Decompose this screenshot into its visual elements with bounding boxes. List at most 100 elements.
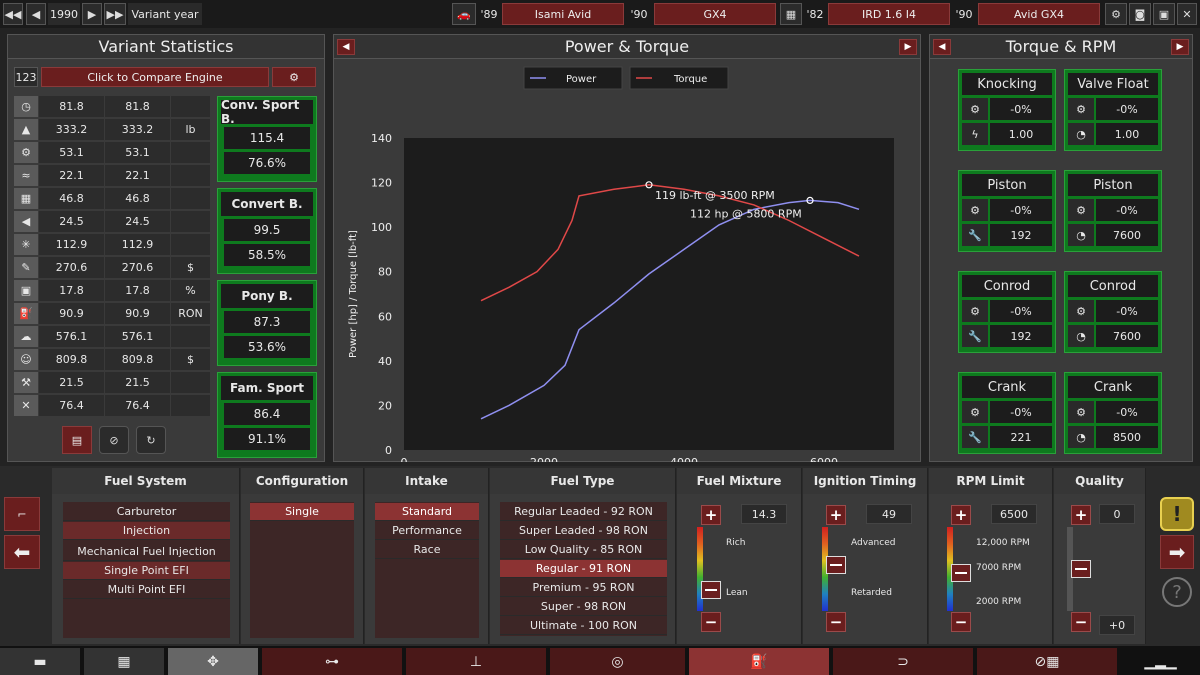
weight-icon: ▲ [14,119,38,140]
legend-label: Torque [673,74,707,85]
tab-aspiration[interactable]: ⊥ [406,648,546,675]
increase-button[interactable]: + [1071,505,1091,525]
rpm-limit-value[interactable]: 6500 [991,504,1037,524]
first-year-button[interactable]: ◀◀ [3,3,23,25]
decrease-button[interactable]: − [701,612,721,632]
increase-button[interactable]: + [826,505,846,525]
stat-unit: $ [170,349,210,370]
variant-name[interactable]: Avid GX4 [978,3,1100,25]
next-button[interactable]: ➡ [1160,535,1194,569]
stat-row: ⛽ 90.9 90.9 RON [14,303,210,324]
limit-row: 🔧 221 [962,426,1052,448]
fuel-system-carburetor[interactable]: Carburetor [63,503,230,521]
limit-value: 192 [990,325,1052,347]
slider-thumb[interactable] [826,555,846,574]
refresh-icon: ↻ [146,433,156,447]
report-button[interactable]: ▤ [62,426,92,454]
increase-button[interactable]: + [701,505,721,525]
slider-bottom-label: Retarded [851,588,892,598]
close-button[interactable]: ✕ [1177,3,1197,25]
intake-standard[interactable]: Standard [375,503,479,521]
prev-panel-button[interactable]: ◀ [933,39,951,55]
next-year-button[interactable]: ▶ [82,3,102,25]
intake-performance[interactable]: Performance [375,522,479,540]
tab-engine-family[interactable]: ▦ [84,648,164,675]
y-axis-label: Power [hp] / Torque [lb-ft] [348,230,359,358]
fuel-type-item[interactable]: Premium - 95 RON [500,579,667,597]
tab-exhaust[interactable]: ⊃ [833,648,973,675]
fuel-type-item[interactable]: Super - 98 RON [500,598,667,616]
fuel-type-item[interactable]: Regular Leaded - 92 RON [500,503,667,521]
last-year-button[interactable]: ▶▶ [104,3,126,25]
decrease-button[interactable]: − [826,612,846,632]
next-panel-button[interactable]: ▶ [1171,39,1189,55]
stat-unit: RON [170,303,210,324]
tab-car-design[interactable]: ▁▂▁ [1121,648,1200,675]
engine-picker-button[interactable]: ⚙ [272,67,316,87]
trim-name[interactable]: GX4 [654,3,776,25]
tab-top-end[interactable]: ✥ [168,648,258,675]
slider-thumb[interactable] [1071,560,1091,578]
clear-button[interactable]: ⊘ [99,426,129,454]
decrease-button[interactable]: − [1071,612,1091,632]
stat-row: ≈22.1 22.1 [14,165,210,186]
engine-icon: ⚙ [1068,300,1094,322]
fuel-mixture-value[interactable]: 14.3 [741,504,787,524]
tab-bottom-end[interactable]: ⊶ [262,648,402,675]
limit-percent: -0% [1096,401,1158,423]
fuel-type-item[interactable]: Regular - 91 RON [500,560,667,578]
fuel-subtype-mechanical[interactable]: Mechanical Fuel Injection [63,543,230,561]
category-name: Fam. Sport [221,376,313,400]
tachometer-icon: ◔ [1068,123,1094,145]
engine-name[interactable]: IRD 1.6 I4 [828,3,950,25]
intake-race[interactable]: Race [375,541,479,559]
quality-value[interactable]: 0 [1099,504,1135,524]
fuel-system-injection[interactable]: Injection [63,522,230,540]
next-graph-button[interactable]: ▶ [899,39,917,55]
car-model-icon[interactable]: 🚗 [452,3,476,25]
increase-button[interactable]: + [951,505,971,525]
save-button[interactable]: ▣ [1153,3,1175,25]
stat-unit [170,211,210,232]
column-title: Quality [1054,468,1145,494]
back-button[interactable]: ⬅ [4,535,40,569]
fuel-type-item[interactable]: Super Leaded - 98 RON [500,522,667,540]
graph-toggle-button[interactable]: ⌐ [4,497,40,531]
slider-thumb[interactable] [951,564,971,583]
configuration-single[interactable]: Single [250,503,354,521]
prev-graph-button[interactable]: ◀ [337,39,355,55]
top-bar: ◀◀ ◀ 1990 ▶ ▶▶ Variant year 🚗 '89 Isami … [0,0,1200,28]
stat-value: 333.2 [38,119,104,140]
close-icon: ✕ [1182,7,1192,21]
ignition-timing-value[interactable]: 49 [866,504,912,524]
screenshot-button[interactable]: ◙ [1129,3,1151,25]
double-right-icon: ▶▶ [106,7,124,21]
tab-fuel[interactable]: ⛽ [689,648,829,675]
fuel-type-item[interactable]: Low Quality - 85 RON [500,541,667,559]
tab-turbo[interactable]: ◎ [550,648,685,675]
engine-icon: ⚙ [1068,401,1094,423]
stat-value: 576.1 [38,326,104,347]
decrease-button[interactable]: − [951,612,971,632]
engine-family-icon[interactable]: ▦ [780,3,802,25]
category-score: 87.3 [224,311,310,333]
compare-engine-button[interactable]: Click to Compare Engine [41,67,269,87]
double-left-icon: ◀◀ [4,7,22,21]
reset-button[interactable]: ↻ [136,426,166,454]
model-name[interactable]: Isami Avid [502,3,624,25]
prev-year-button[interactable]: ◀ [26,3,46,25]
tab-car[interactable]: ▬ [0,648,80,675]
stat-compare-value: 53.1 [104,142,170,163]
fuel-subtype-single-point[interactable]: Single Point EFI [63,562,230,580]
engine-icon: ⚙ [962,199,988,221]
fuel-subtype-multi-point[interactable]: Multi Point EFI [63,581,230,599]
engine-icon: ⚙ [962,300,988,322]
help-button[interactable]: ? [1162,577,1192,607]
limit-row: ◔ 7600 [1068,325,1158,347]
slider-thumb[interactable] [701,581,721,599]
fuel-type-item[interactable]: Ultimate - 100 RON [500,617,667,635]
settings-button[interactable]: ⚙ [1105,3,1127,25]
warning-button[interactable]: ! [1160,497,1194,531]
wrench-icon: 🔧 [962,325,988,347]
tab-testing[interactable]: ⊘▦ [977,648,1117,675]
